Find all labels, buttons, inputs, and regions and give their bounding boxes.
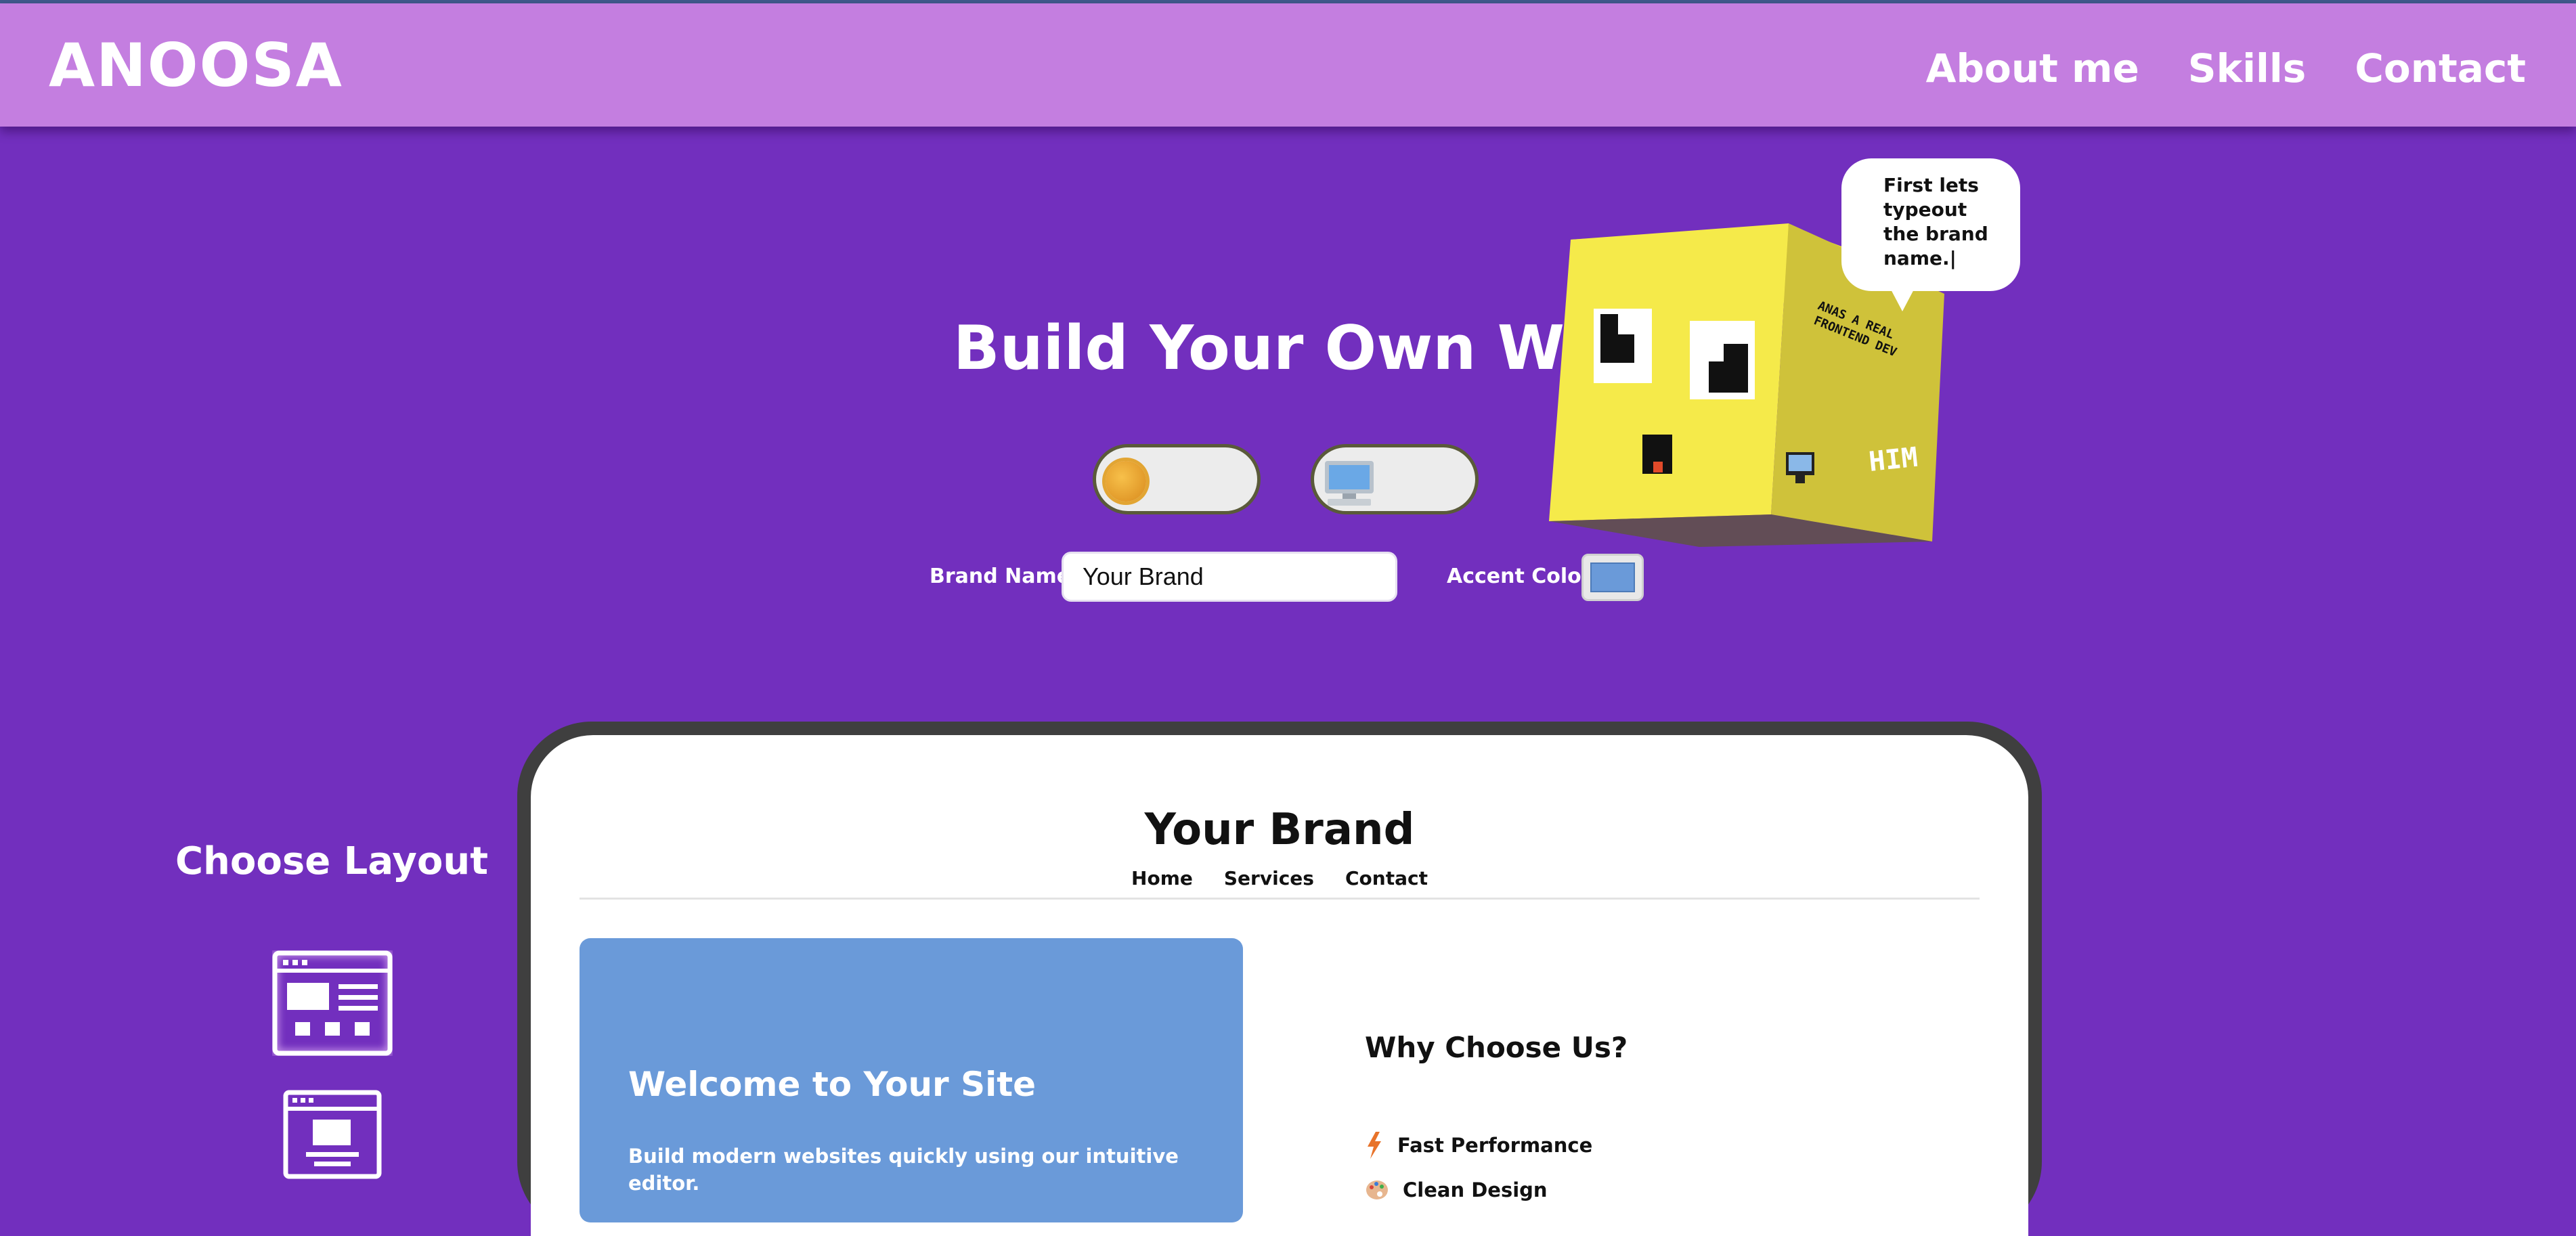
layout-centered-icon[interactable] [283, 1090, 382, 1179]
sun-icon [1106, 461, 1146, 502]
feature-label: Clean Design [1403, 1178, 1548, 1201]
desktop-monitor-icon [1325, 461, 1374, 506]
preview-nav: Home Services Contact [531, 866, 2028, 891]
palette-icon [1366, 1180, 1388, 1199]
site-logo[interactable]: ANOOSA [49, 32, 343, 100]
feature-label: Fast Performance [1397, 1134, 1593, 1157]
site-header: ANOOSA About me Skills Contact [0, 3, 2576, 127]
nav-link-contact[interactable]: Contact [2355, 41, 2526, 95]
preview-device-frame: Your Brand Home Services Contact Welcome… [517, 722, 2042, 1236]
preview-nav-contact[interactable]: Contact [1345, 866, 1428, 891]
preview-nav-services[interactable]: Services [1224, 866, 1314, 891]
speech-bubble-tail [1889, 286, 1916, 311]
preview-hero-title: Welcome to Your Site [628, 1065, 1036, 1104]
main-nav: About me Skills Contact [1926, 41, 2526, 95]
theme-toggle[interactable] [1093, 444, 1261, 514]
preview-feature-item: Fast Performance [1365, 1132, 1592, 1159]
accent-color-label: Accent Color: [1447, 565, 1600, 588]
nav-link-skills[interactable]: Skills [2188, 41, 2307, 95]
accent-color-fill [1590, 562, 1635, 592]
layout-grid-icon[interactable] [272, 950, 393, 1056]
lightning-icon [1368, 1132, 1381, 1159]
preview-divider [580, 898, 1980, 900]
nav-link-about-me[interactable]: About me [1926, 41, 2139, 95]
brand-name-input[interactable] [1062, 552, 1397, 602]
brand-name-label: Brand Name: [930, 565, 1079, 588]
hero-title: Build Your Own Website [953, 313, 1617, 384]
choose-layout-title: Choose Layout [175, 839, 489, 883]
preview-screen: Your Brand Home Services Contact Welcome… [531, 735, 2028, 1236]
mascot-speech-bubble: First lets typeout the brand name.| [1841, 158, 2020, 291]
preview-brand-name: Your Brand [1144, 805, 1415, 855]
device-toggle[interactable] [1311, 444, 1479, 514]
cube-side-text-3: HIM [1867, 442, 1919, 478]
preview-hero-card: Welcome to Your Site Build modern websit… [580, 938, 1243, 1222]
preview-why-title: Why Choose Us? [1365, 1031, 1628, 1064]
preview-nav-home[interactable]: Home [1131, 866, 1193, 891]
preview-hero-text: Build modern websites quickly using our … [628, 1145, 1179, 1195]
preview-feature-item: Clean Design [1365, 1176, 1548, 1204]
accent-color-picker[interactable] [1581, 554, 1644, 601]
